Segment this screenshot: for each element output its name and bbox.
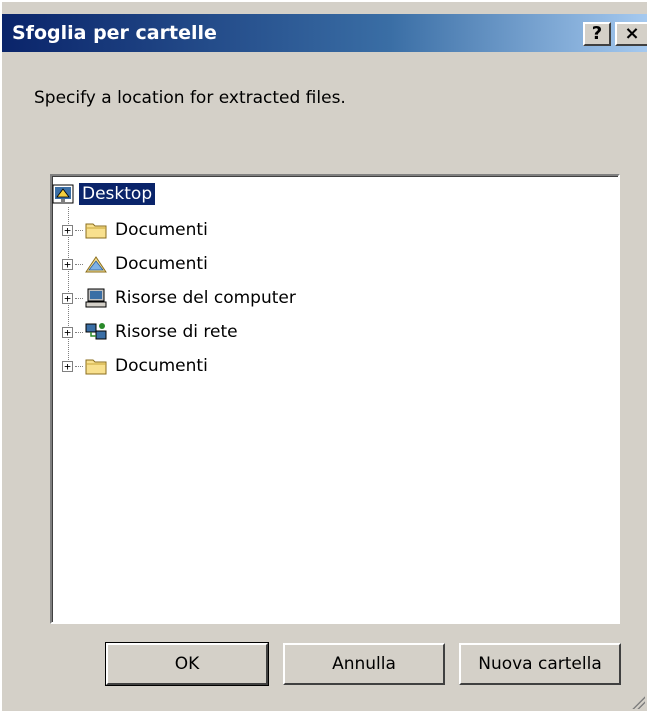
resize-grip-icon[interactable] [629, 693, 645, 709]
expand-icon[interactable]: + [62, 224, 73, 236]
network-places-icon [85, 322, 107, 342]
instruction-text: Specify a location for extracted files. [34, 88, 346, 108]
expand-icon[interactable]: + [62, 292, 73, 304]
tree-item-my-computer[interactable]: + Risorse del computer [62, 284, 299, 312]
new-folder-button[interactable]: Nuova cartella [459, 643, 621, 685]
tree-item-label: Documenti [115, 356, 208, 376]
shared-documents-icon [85, 254, 107, 274]
expand-icon[interactable]: + [62, 258, 73, 270]
tree-item-documenti-2[interactable]: + Documenti [62, 352, 211, 380]
ok-button[interactable]: OK [105, 642, 269, 686]
folder-icon [85, 220, 107, 240]
tree-connector [75, 263, 83, 265]
tree-item-label: Risorse del computer [115, 288, 296, 308]
expand-icon[interactable]: + [62, 360, 73, 372]
title-bar[interactable]: Sfoglia per cartelle ? × [2, 14, 647, 52]
tree-item-network[interactable]: + Risorse di rete [62, 318, 241, 346]
dialog-title: Sfoglia per cartelle [12, 22, 217, 44]
tree-item-desktop[interactable]: Desktop [52, 180, 156, 208]
help-button[interactable]: ? [583, 22, 611, 46]
tree-connector [75, 331, 83, 333]
tree-item-label: Documenti [115, 220, 208, 240]
cancel-button[interactable]: Annulla [283, 643, 445, 685]
tree-item-label: Desktop [79, 183, 156, 205]
tree-connector [75, 365, 83, 367]
tree-connector [75, 229, 83, 231]
tree-item-label: Documenti [115, 254, 208, 274]
tree-item-label: Risorse di rete [115, 322, 238, 342]
expand-icon[interactable]: + [62, 326, 73, 338]
browse-folder-dialog: Sfoglia per cartelle ? × Specify a locat… [0, 0, 647, 711]
close-button[interactable]: × [615, 22, 647, 46]
tree-item-documenti-shared[interactable]: + Documenti [62, 250, 211, 278]
my-computer-icon [85, 288, 107, 308]
folder-icon [85, 356, 107, 376]
tree-item-documenti-1[interactable]: + Documenti [62, 216, 211, 244]
folder-tree[interactable]: Desktop + Documenti + Documenti + Risors… [50, 174, 620, 624]
desktop-icon [52, 184, 74, 204]
tree-connector [75, 297, 83, 299]
